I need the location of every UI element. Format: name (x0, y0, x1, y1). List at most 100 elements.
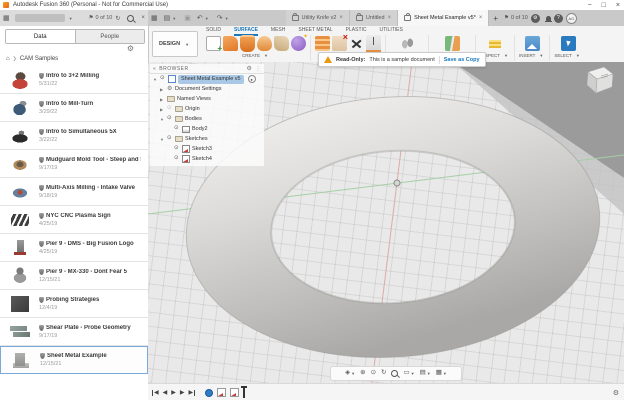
delete-face-icon[interactable] (332, 36, 347, 51)
expand-icon[interactable]: ▼ (160, 137, 165, 142)
search-icon[interactable] (127, 15, 134, 22)
doc-tab-utility-knife[interactable]: Utility Knife v2 × (286, 10, 350, 26)
collapse-panel-icon[interactable]: « (153, 66, 156, 72)
activate-component-icon[interactable]: ● (248, 75, 256, 83)
sketch-feature-icon[interactable] (217, 388, 226, 397)
close-panel-icon[interactable]: × (141, 15, 145, 21)
play-icon[interactable]: ▶ (171, 390, 176, 396)
assemble-icon[interactable] (400, 36, 415, 51)
tab-close-icon[interactable]: × (339, 15, 343, 21)
view-cube[interactable] (578, 64, 618, 98)
visibility-eye-icon[interactable]: ⊙ (167, 136, 173, 142)
tab-people[interactable]: People (76, 30, 145, 43)
settings-icon[interactable]: ⚙ (531, 14, 540, 23)
create-sketch-icon[interactable] (206, 36, 221, 51)
browser-settings-icon[interactable]: ⚙ (247, 66, 253, 72)
layout-grid-icon[interactable]: ▤▼ (420, 370, 431, 377)
expand-icon[interactable]: ▼ (153, 77, 158, 82)
root-component-label[interactable]: Sheet Metal Example v5 (178, 75, 244, 84)
tab-data[interactable]: Data (6, 30, 76, 43)
list-item[interactable]: Multi-Axis Milling - Intake Valve 9/18/1… (0, 178, 148, 206)
visibility-eye-icon[interactable]: ⊙ (174, 156, 180, 162)
extrude-surface-icon[interactable] (223, 36, 238, 51)
browser-row[interactable]: ⊙ Sketch3 (150, 144, 264, 154)
insert-image-icon[interactable] (525, 36, 540, 51)
gear-icon[interactable]: ⚙ (127, 44, 134, 53)
browser-row[interactable]: ⊙ Sketch4 (150, 154, 264, 164)
kebab-icon[interactable]: ⋮ (256, 66, 262, 72)
timeline-playhead[interactable] (243, 387, 245, 398)
expand-icon[interactable]: ▶ (160, 97, 165, 102)
construct-plane-icon[interactable] (445, 36, 460, 51)
list-item[interactable]: NYC CNC Plasma Sign 4/25/19 (0, 206, 148, 234)
timeline-gear-icon[interactable]: ⚙ (613, 389, 619, 397)
expand-icon[interactable]: ▶ (160, 107, 165, 112)
job-status[interactable]: ⚑ 0 of 10 (89, 15, 113, 21)
redo-icon[interactable]: ↷▼ (217, 14, 231, 22)
step-back-icon[interactable]: ◀ (163, 390, 168, 396)
team-switcher-icon[interactable]: ▦ (3, 14, 10, 22)
maximize-icon[interactable]: □ (602, 2, 606, 9)
create-form-icon[interactable] (291, 36, 306, 51)
workspace-selector[interactable]: DESIGN▼ (152, 31, 198, 57)
visibility-eye-icon[interactable]: ⊙ (174, 126, 180, 132)
extend-icon[interactable] (366, 35, 381, 53)
file-menu-icon[interactable]: ▤▼ (164, 14, 179, 22)
user-avatar[interactable]: AG (566, 13, 577, 24)
look-at-icon[interactable]: ⊙ (371, 370, 376, 377)
list-item[interactable]: Shear Plate - Probe Geometry 9/17/19 (0, 318, 148, 346)
new-tab-icon[interactable]: + (493, 14, 498, 23)
browser-row[interactable]: ⊙ Body2 (150, 124, 264, 134)
chevron-down-icon[interactable]: ▼ (69, 16, 73, 21)
zoom-icon[interactable] (391, 370, 398, 377)
visibility-eye-icon[interactable]: ⊙ (167, 106, 173, 112)
save-as-copy-link[interactable]: Save as Copy (444, 57, 480, 63)
show-data-panel-icon[interactable]: ▦ (151, 14, 158, 22)
list-item[interactable]: Probing Strategies 12/4/19 (0, 290, 148, 318)
revolve-surface-icon[interactable] (240, 35, 255, 52)
visibility-eye-icon[interactable]: ⊙ (167, 116, 173, 122)
close-icon[interactable]: × (616, 2, 620, 9)
select-icon[interactable] (561, 36, 576, 51)
list-item[interactable]: Intro to 3+2 Milling 5/31/22 (0, 66, 148, 94)
expand-icon[interactable]: ▶ (160, 87, 165, 92)
list-item[interactable]: Intro to Simultaneous 5X 3/22/22 (0, 122, 148, 150)
list-item-selected[interactable]: Sheet Metal Example 12/15/21 (0, 346, 148, 374)
group-label-create[interactable]: CREATE▼ (242, 53, 270, 58)
minimize-icon[interactable]: − (588, 2, 592, 9)
team-name-redacted[interactable] (15, 14, 65, 22)
undo-icon[interactable]: ↶▼ (197, 14, 211, 22)
browser-root-row[interactable]: ▼ ⊙ Sheet Metal Example v5 ● (150, 74, 264, 84)
pan-icon[interactable]: ↻ (381, 370, 386, 377)
tab-close-icon[interactable]: × (479, 15, 483, 21)
origin-marker[interactable] (394, 180, 400, 186)
timeline-marker[interactable] (205, 389, 213, 397)
step-forward-icon[interactable]: ▶ (180, 390, 185, 396)
fit-view-icon[interactable]: ◈▼ (345, 370, 355, 377)
doc-tab-sheet-metal-example[interactable]: Sheet Metal Example v5* × (398, 10, 489, 26)
browser-row[interactable]: ▼ ⊙ Sketches (150, 134, 264, 144)
orbit-icon[interactable]: ⊕ (360, 370, 365, 377)
display-settings-icon[interactable]: ▭▼ (403, 370, 414, 377)
tab-close-icon[interactable]: × (388, 15, 392, 21)
list-item[interactable]: Intro to Mill-Turn 3/29/22 (0, 94, 148, 122)
expand-icon[interactable]: ▼ (160, 117, 165, 122)
unstitch-icon[interactable] (315, 36, 330, 51)
list-item[interactable]: Pier 9 - MX-330 - Dont Fear 5 12/15/21 (0, 262, 148, 290)
browser-row[interactable]: ▶ Named Views (150, 94, 264, 104)
browser-row[interactable]: ▶ ⊙ Origin (150, 104, 264, 114)
refresh-icon[interactable]: ↻ (115, 15, 120, 22)
list-item[interactable]: Mudguard Mold Tool - Steep and Shall... … (0, 150, 148, 178)
browser-row[interactable]: ▶ ⚙ Document Settings (150, 84, 264, 94)
home-icon[interactable]: ⌂ (6, 56, 10, 62)
visibility-eye-icon[interactable]: ⊙ (160, 76, 166, 82)
sketch-feature-icon[interactable] (230, 388, 239, 397)
group-label-select[interactable]: SELECT▼ (554, 53, 581, 58)
patch-icon[interactable] (274, 36, 289, 51)
list-item[interactable]: Pier 9 - DMS - Big Fusion Logo 4/25/19 (0, 234, 148, 262)
job-status[interactable]: ⚑ 0 of 10 (504, 15, 528, 21)
help-icon[interactable]: ? (554, 14, 563, 23)
step-end-icon[interactable]: ▶ (189, 390, 196, 396)
doc-tab-untitled[interactable]: Untitled × (350, 10, 398, 26)
notifications-icon[interactable] (546, 16, 551, 21)
